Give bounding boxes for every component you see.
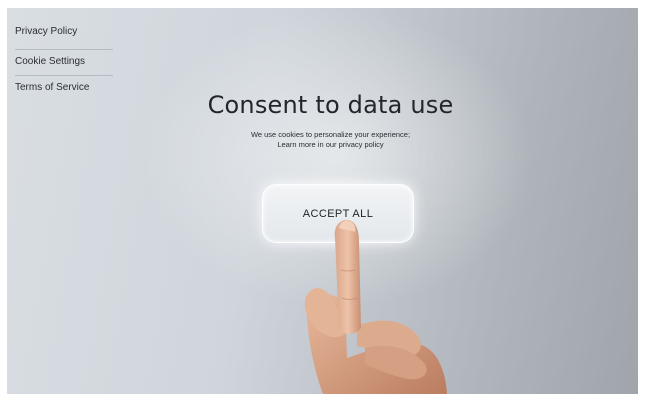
page-title: Consent to data use xyxy=(207,91,454,119)
sidebar-item-privacy-policy[interactable]: Privacy Policy xyxy=(15,20,113,49)
consent-description-line2: Learn more in our privacy policy xyxy=(277,140,384,149)
pointing-hand-image xyxy=(304,219,447,394)
consent-screen: Privacy Policy Cookie Settings Terms of … xyxy=(7,8,638,394)
